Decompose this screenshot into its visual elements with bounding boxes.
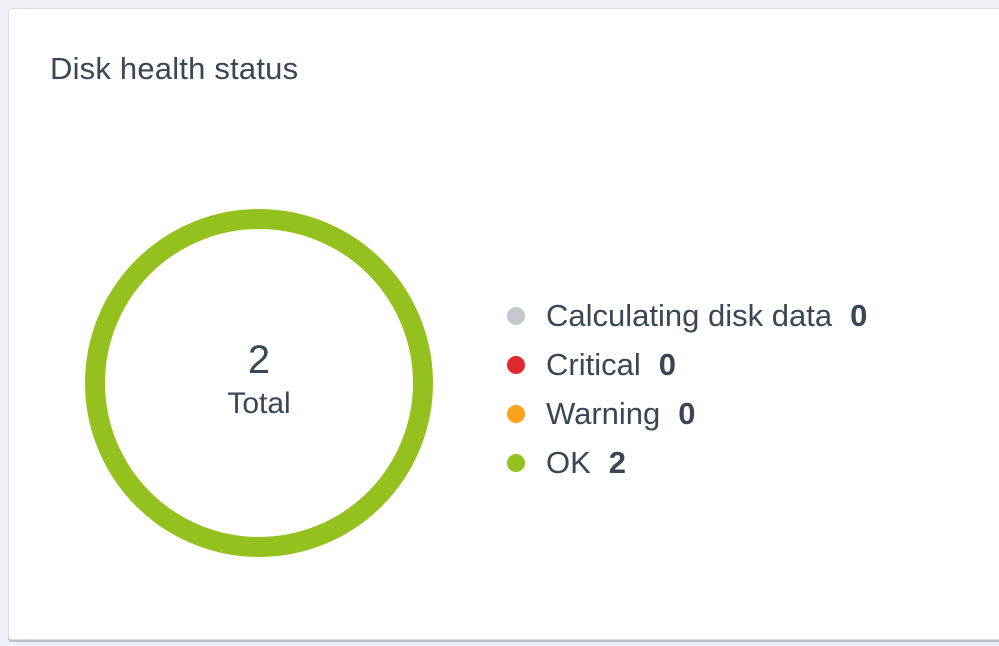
widget-title: Disk health status (50, 51, 299, 86)
legend-label: Calculating disk data (546, 297, 833, 333)
legend-count: 0 (658, 346, 676, 382)
legend: Calculating disk data 0 Critical 0 Warni… (507, 291, 867, 487)
status-dot-icon (507, 306, 525, 325)
legend-item-ok[interactable]: OK 2 (507, 438, 867, 487)
status-dot-icon (507, 453, 525, 472)
legend-item-calculating[interactable]: Calculating disk data 0 (507, 291, 867, 340)
status-dot-icon (507, 355, 525, 374)
legend-count: 0 (678, 395, 696, 431)
legend-label: Critical (546, 346, 641, 382)
legend-count: 0 (850, 297, 868, 333)
legend-count: 2 (608, 444, 627, 480)
donut-chart[interactable]: 2 Total (85, 209, 433, 557)
legend-item-warning[interactable]: Warning 0 (507, 389, 867, 438)
legend-label: OK (546, 444, 591, 480)
status-dot-icon (507, 404, 525, 423)
total-label: Total (227, 387, 291, 420)
legend-item-critical[interactable]: Critical 0 (507, 340, 867, 389)
disk-health-widget: Disk health status 2 Total Calculating d… (8, 8, 999, 640)
total-value: 2 (247, 338, 271, 382)
donut-center: 2 Total (85, 209, 433, 557)
legend-label: Warning (546, 395, 661, 431)
